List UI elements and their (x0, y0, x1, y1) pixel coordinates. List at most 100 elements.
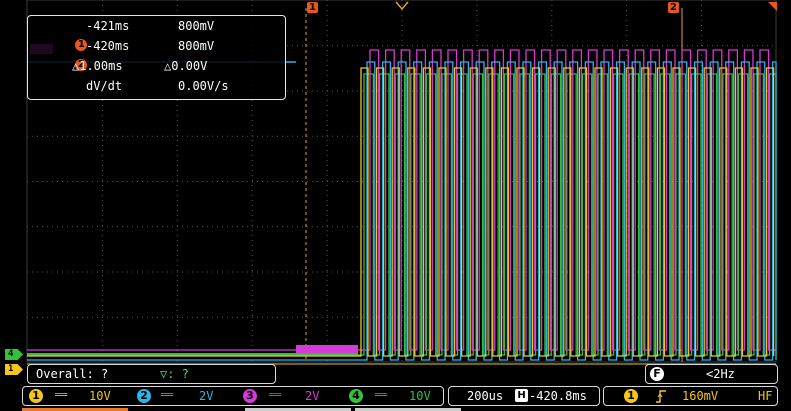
ch1-settings[interactable]: 1 ══ 10V 2 ══ 2V 3 ══ 2V 4 ══ 10V (22, 386, 444, 406)
grid-dot (251, 295, 253, 296)
grid-dot (427, 271, 428, 273)
cursor2-volt: 800mV (178, 39, 215, 53)
grid-dot (332, 135, 333, 137)
grid-dot (202, 226, 203, 228)
grid-dot (322, 316, 323, 318)
grid-dot (176, 155, 178, 156)
grid-dot (57, 135, 58, 137)
cursor2-top-marker[interactable]: 2 (668, 2, 679, 13)
grid-dot (101, 210, 103, 211)
grid-dot (267, 181, 268, 182)
grid-dot (101, 220, 103, 221)
grid-dot (551, 5, 553, 6)
ch1-coupling-icon: ══ (55, 390, 68, 401)
grid-dot (252, 181, 253, 182)
slope-value: 0.00V/s (178, 79, 229, 93)
trigger-status-bar[interactable]: Overall: ? ▽: ? (27, 364, 276, 384)
grid-dot (326, 70, 328, 71)
grid-dot (127, 271, 128, 273)
grid-dot (251, 235, 253, 236)
grid-dot (552, 45, 553, 47)
grid-dot (642, 45, 643, 47)
frequency-bar[interactable]: F <2Hz (645, 364, 778, 384)
grid-dot (227, 271, 228, 273)
grid-dot (287, 45, 288, 47)
grid-dot (52, 271, 53, 273)
ch1-badge: 1 (29, 389, 43, 403)
grid-dot (326, 100, 328, 101)
grid-dot (251, 105, 253, 106)
grid-dot (652, 271, 653, 273)
grid-dot (317, 271, 318, 273)
trigger-level: 160mV (682, 389, 719, 403)
grid-dot (347, 45, 348, 47)
grid-dot (626, 10, 628, 11)
grid-dot (251, 125, 253, 126)
grid-dot (772, 45, 773, 47)
cursor1-top-marker[interactable]: 1 (307, 2, 318, 13)
grid-dot (112, 135, 113, 137)
grid-dot (637, 226, 638, 228)
grid-dot (251, 345, 253, 346)
grid-dot (107, 271, 108, 273)
grid-dot (297, 316, 298, 318)
grid-dot (297, 226, 298, 228)
grid-dot (247, 316, 248, 318)
grid-dot (342, 316, 343, 318)
horizontal-position: -420.8ms (529, 389, 587, 403)
grid-dot (326, 130, 328, 131)
grid-dot (112, 226, 113, 228)
grid-dot (101, 270, 103, 271)
grid-dot (182, 316, 183, 318)
grid-dot (362, 90, 363, 92)
filter-label: ▽: ? (160, 367, 189, 381)
grid-dot (707, 45, 708, 47)
grid-dot (251, 320, 253, 321)
grid-dot (251, 160, 253, 161)
grid-dot (701, 20, 703, 21)
ch4-coupling-icon: ══ (375, 390, 388, 401)
grid-dot (72, 226, 73, 228)
grid-dot (762, 45, 763, 47)
grid-dot (527, 181, 528, 182)
grid-dot (176, 125, 178, 126)
grid-dot (157, 181, 158, 182)
grid-dot (101, 130, 103, 131)
trigger-settings[interactable]: 1 160mV HF (603, 386, 778, 406)
grid-dot (327, 226, 328, 228)
grid-dot (626, 40, 628, 41)
grid-dot (677, 316, 678, 318)
grid-dot (322, 45, 323, 47)
grid-dot (192, 226, 193, 228)
grid-dot (82, 316, 83, 318)
timebase-settings[interactable]: 200us H -420.8ms (448, 386, 600, 406)
grid-dot (437, 45, 438, 47)
grid-dot (326, 330, 328, 331)
grid-dot (251, 300, 253, 301)
grid-dot (477, 45, 478, 47)
grid-dot (467, 45, 468, 47)
grid-dot (767, 45, 768, 47)
grid-dot (176, 140, 178, 141)
grid-dot (217, 181, 218, 182)
grid-dot (332, 90, 333, 92)
grid-dot (101, 170, 103, 171)
grid-dot (87, 181, 88, 182)
grid-dot (312, 181, 313, 182)
grid-dot (312, 90, 313, 92)
grid-dot (327, 181, 328, 182)
grid-dot (107, 316, 108, 318)
grid-dot (737, 45, 738, 47)
grid-dot (72, 316, 73, 318)
grid-dot (101, 100, 103, 101)
grid-dot (662, 45, 663, 47)
grid-dot (176, 345, 178, 346)
grid-dot (252, 135, 253, 137)
grid-dot (37, 271, 38, 273)
grid-dot (87, 316, 88, 318)
grid-dot (302, 226, 303, 228)
grid-dot (337, 181, 338, 182)
grid-dot (37, 316, 38, 318)
grid-dot (732, 45, 733, 47)
grid-dot (551, 50, 553, 51)
